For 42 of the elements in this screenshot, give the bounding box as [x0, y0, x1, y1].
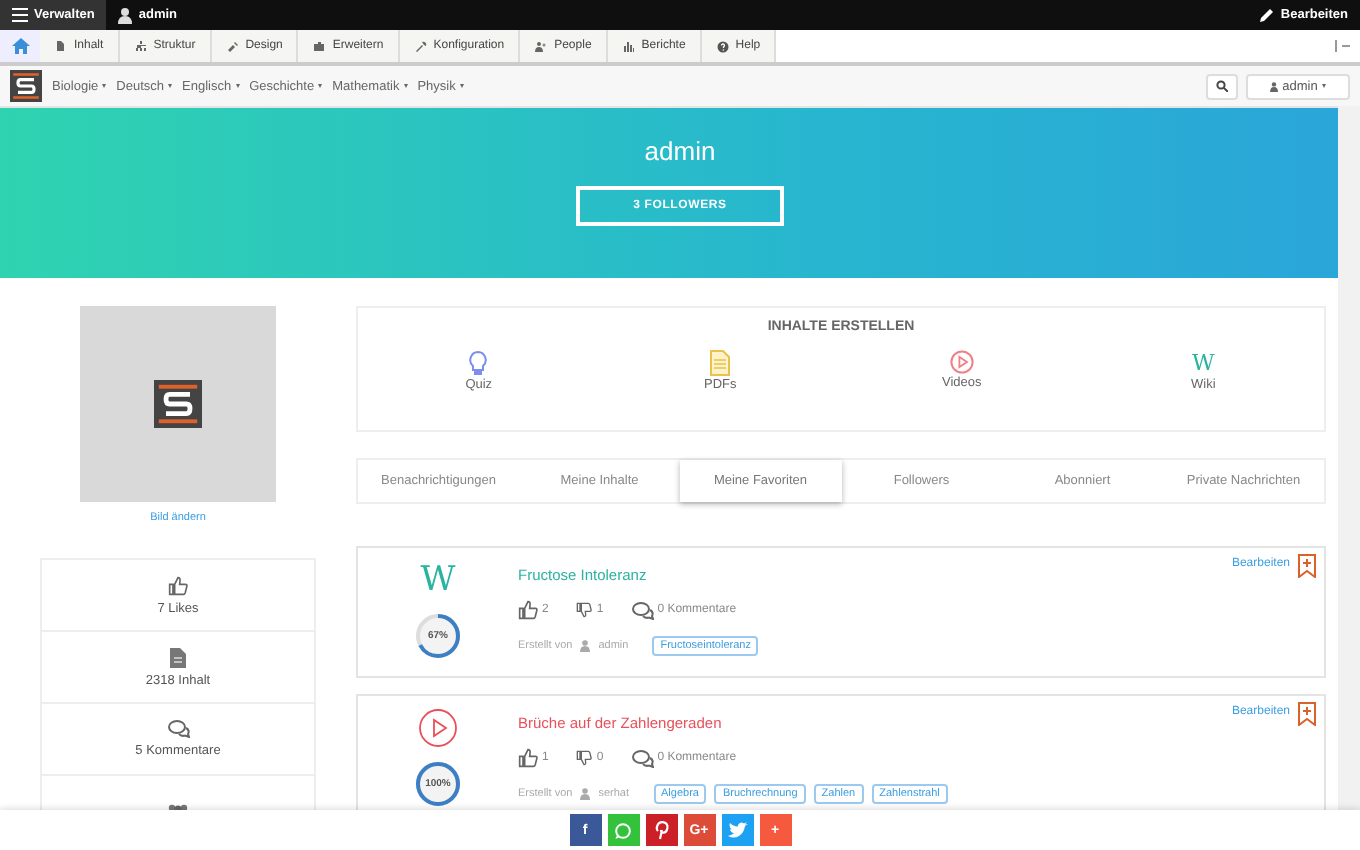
help-icon	[715, 39, 730, 53]
user-icon	[118, 7, 133, 23]
lightbulb-icon	[468, 350, 489, 376]
scrollbar[interactable]	[1338, 106, 1360, 810]
share-button[interactable]	[721, 814, 753, 846]
home-icon[interactable]	[11, 38, 29, 54]
wiki-icon: W	[420, 560, 456, 600]
pin-icon	[653, 820, 669, 840]
people-icon	[534, 39, 549, 53]
play-icon	[418, 708, 458, 748]
search-button[interactable]	[1206, 73, 1238, 99]
logo-icon	[154, 380, 202, 428]
brush-icon	[225, 39, 240, 53]
thumbs-up-icon	[518, 748, 538, 768]
bookmark-icon[interactable]	[1298, 554, 1316, 578]
thumbs-up-icon	[168, 575, 188, 595]
wiki-icon: W	[1191, 350, 1215, 376]
comments-icon	[631, 749, 654, 767]
chat-bubble-icon	[614, 821, 632, 839]
play-icon	[949, 350, 974, 374]
user-icon	[1270, 81, 1279, 91]
menu-icon	[12, 8, 28, 22]
bar-chart-icon	[621, 39, 636, 53]
user-icon	[580, 788, 591, 800]
document-icon	[170, 647, 186, 667]
thumbs-down-icon	[576, 750, 593, 766]
collapse-icon[interactable]	[1334, 40, 1350, 52]
bird-icon	[727, 822, 747, 838]
thumbs-down-icon	[576, 602, 593, 618]
share-button[interactable]	[607, 814, 639, 846]
search-icon	[1216, 80, 1228, 92]
thumbs-up-icon	[518, 600, 538, 620]
document-icon	[710, 350, 731, 376]
hierarchy-icon	[133, 39, 148, 53]
profile-name: admin	[644, 136, 716, 166]
document-icon	[54, 39, 68, 53]
comments-icon	[167, 720, 189, 738]
user-icon	[580, 640, 591, 652]
comments-icon	[631, 601, 654, 619]
bookmark-icon[interactable]	[1298, 702, 1316, 726]
share-button[interactable]	[645, 814, 677, 846]
pencil-icon	[1260, 8, 1275, 22]
